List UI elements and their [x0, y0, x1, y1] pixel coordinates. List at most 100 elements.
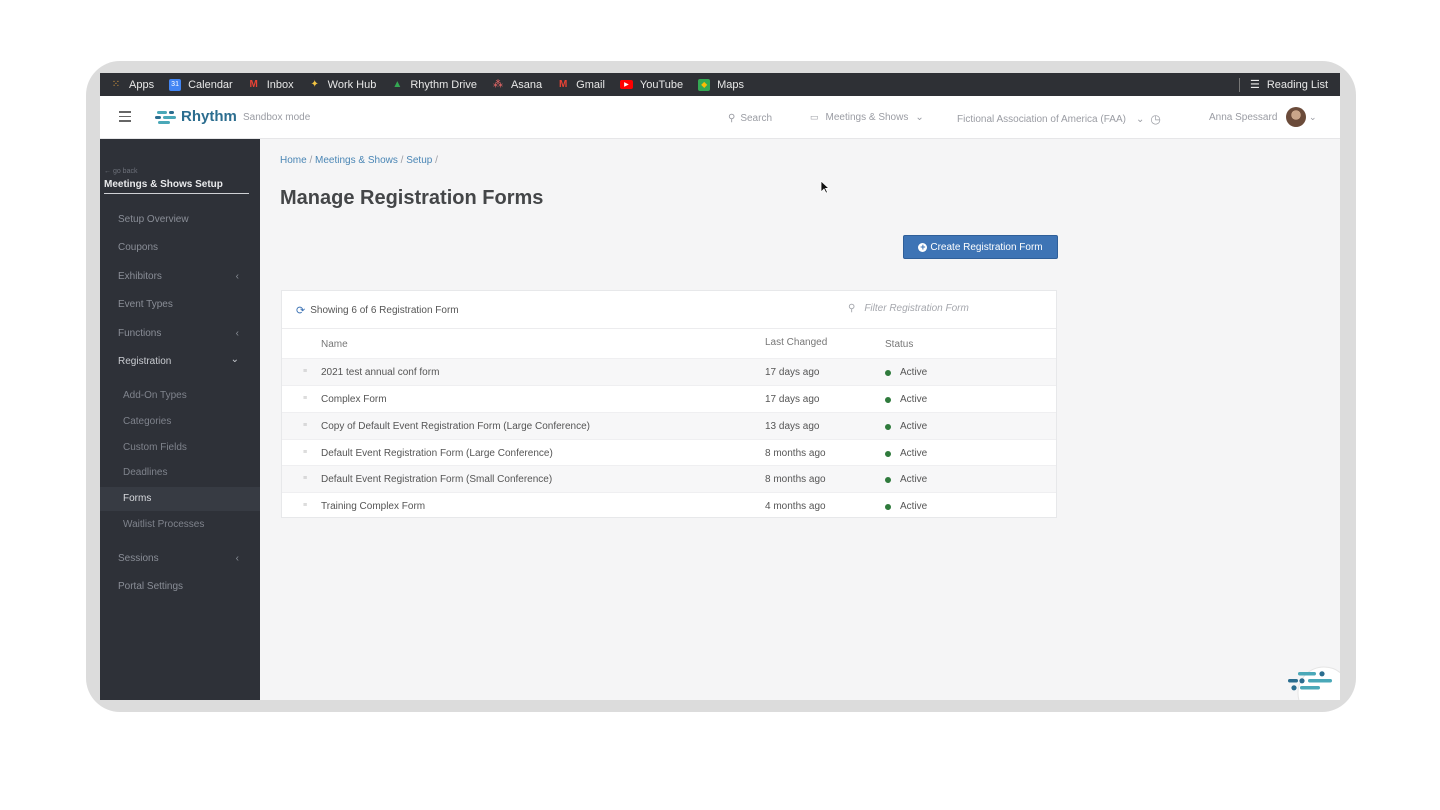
drag-handle-icon[interactable]: ≡	[303, 449, 307, 456]
create-button-label: Create Registration Form	[930, 241, 1043, 253]
sidebar-item-label: Setup Overview	[118, 214, 189, 225]
bookmark-apps[interactable]: ⁙ Apps	[110, 79, 154, 91]
reading-list[interactable]: ☰ Reading List	[1238, 73, 1328, 96]
column-last-changed[interactable]: Last Changed	[765, 337, 827, 348]
status-label: Active	[900, 501, 928, 512]
sidebar-item-label: Functions	[118, 328, 162, 339]
sidebar-subitem-categories[interactable]: Categories	[123, 416, 171, 427]
search-placeholder: Search	[740, 113, 773, 124]
status-dot-icon	[885, 503, 891, 510]
bookmark-inbox[interactable]: M Inbox	[248, 79, 294, 91]
sidebar-item-coupons[interactable]: Coupons	[118, 242, 243, 253]
chevron-down-icon[interactable]: ⌄	[1309, 112, 1317, 123]
sidebar-item-exhibitors[interactable]: Exhibitors ‹	[118, 271, 243, 282]
form-name[interactable]: Copy of Default Event Registration Form …	[321, 421, 590, 432]
filter-placeholder: Filter Registration Form	[864, 303, 969, 314]
chat-widget-icon[interactable]	[1284, 663, 1340, 700]
clock-icon[interactable]: ◷	[1150, 112, 1160, 126]
bookmark-label: Inbox	[266, 78, 294, 91]
brand-name: Rhythm	[181, 108, 237, 125]
chevron-down-icon: ⌄	[230, 354, 239, 365]
form-name[interactable]: Default Event Registration Form (Small C…	[321, 474, 552, 485]
organization-selector[interactable]: Fictional Association of America (FAA) ⌄…	[957, 112, 1161, 126]
sidebar-subitem-forms[interactable]: Forms	[123, 493, 151, 504]
bookmark-asana[interactable]: ⁂ Asana	[492, 79, 542, 91]
status-label: Active	[900, 394, 928, 405]
sidebar-item-sessions[interactable]: Sessions ‹	[118, 553, 243, 564]
column-name[interactable]: Name	[321, 339, 348, 350]
column-status[interactable]: Status	[885, 339, 913, 350]
breadcrumb-home[interactable]: Home	[280, 155, 307, 166]
table-row[interactable]: ≡ Copy of Default Event Registration For…	[282, 412, 1056, 439]
bookmark-rhythm-drive[interactable]: ▲ Rhythm Drive	[391, 79, 477, 91]
user-name[interactable]: Anna Spessard	[1209, 112, 1277, 123]
bookmark-work-hub[interactable]: ✦ Work Hub	[309, 79, 376, 91]
table-row[interactable]: ≡ Default Event Registration Form (Small…	[282, 465, 1056, 492]
sidebar-subitem-custom-fields[interactable]: Custom Fields	[123, 442, 187, 453]
registration-forms-table: ⟳ Showing 6 of 6 Registration Form ⚲ Fil…	[281, 290, 1057, 518]
reading-list-icon: ☰	[1249, 79, 1260, 91]
search-icon: ⚲	[848, 303, 856, 314]
plus-circle-icon: +	[918, 241, 928, 252]
bookmark-label: Calendar	[188, 78, 233, 91]
create-registration-form-button[interactable]: + Create Registration Form	[903, 235, 1058, 259]
record-count-label: Showing 6 of 6 Registration Form	[310, 305, 459, 316]
page-title: Manage Registration Forms	[280, 187, 544, 209]
form-name[interactable]: Complex Form	[321, 394, 387, 405]
last-changed: 17 days ago	[765, 367, 820, 378]
filter-input[interactable]: ⚲ Filter Registration Form	[848, 303, 969, 314]
sidebar-item-label: Sessions	[118, 553, 159, 564]
avatar[interactable]	[1286, 107, 1306, 127]
bookmark-youtube[interactable]: ▶ YouTube	[619, 79, 683, 91]
header-search[interactable]: ⚲ Search	[728, 113, 772, 124]
table-row[interactable]: ≡ Training Complex Form 4 months ago Act…	[282, 492, 1056, 519]
sidebar-item-label: Exhibitors	[118, 271, 162, 282]
sidebar-item-functions[interactable]: Functions ‹	[118, 328, 243, 339]
bookmark-gmail[interactable]: M Gmail	[557, 79, 605, 91]
go-back-link[interactable]: ← go back	[104, 168, 137, 175]
drag-handle-icon[interactable]: ≡	[303, 475, 307, 482]
module-selector[interactable]: ▭ Meetings & Shows ⌄	[810, 112, 924, 123]
drag-handle-icon[interactable]: ≡	[303, 422, 307, 429]
form-name[interactable]: 2021 test annual conf form	[321, 367, 439, 378]
sidebar-item-registration[interactable]: Registration ⌄	[118, 354, 243, 367]
chevron-left-icon: ‹	[235, 328, 239, 339]
last-changed: 4 months ago	[765, 501, 826, 512]
form-name[interactable]: Training Complex Form	[321, 501, 425, 512]
status-badge: Active	[885, 367, 927, 378]
bookmark-calendar[interactable]: 31 Calendar	[169, 78, 233, 91]
record-count: ⟳ Showing 6 of 6 Registration Form	[296, 304, 459, 317]
status-dot-icon	[885, 423, 891, 430]
sidebar-subitem-deadlines[interactable]: Deadlines	[123, 467, 167, 478]
sandbox-mode-label: Sandbox mode	[243, 112, 311, 123]
calendar-icon: ▭	[810, 112, 819, 122]
bookmark-maps[interactable]: ◆ Maps	[698, 78, 744, 91]
rhythm-logo[interactable]: Rhythm	[155, 108, 237, 125]
sidebar-item-portal-settings[interactable]: Portal Settings	[118, 581, 243, 592]
chevron-left-icon: ‹	[235, 553, 239, 564]
table-row[interactable]: ≡ Complex Form 17 days ago Active	[282, 385, 1056, 412]
drag-handle-icon[interactable]: ≡	[303, 502, 307, 509]
last-changed: 17 days ago	[765, 394, 820, 405]
form-name[interactable]: Default Event Registration Form (Large C…	[321, 448, 553, 459]
drag-handle-icon[interactable]: ≡	[303, 395, 307, 402]
divider	[1238, 77, 1240, 92]
bookmark-label: Rhythm Drive	[410, 78, 477, 91]
refresh-icon[interactable]: ⟳	[296, 304, 305, 317]
sidebar-subitem-add-on-types[interactable]: Add-On Types	[123, 390, 187, 401]
menu-icon[interactable]	[119, 111, 131, 122]
apps-grid-icon: ⁙	[111, 79, 121, 90]
calendar-icon: 31	[169, 78, 182, 91]
last-changed: 13 days ago	[765, 421, 820, 432]
sidebar-subitem-waitlist-processes[interactable]: Waitlist Processes	[123, 519, 204, 530]
table-row[interactable]: ≡ Default Event Registration Form (Large…	[282, 439, 1056, 466]
table-row[interactable]: ≡ 2021 test annual conf form 17 days ago…	[282, 358, 1056, 385]
drag-handle-icon[interactable]: ≡	[303, 368, 307, 375]
chevron-down-icon: ⌄	[1135, 113, 1145, 125]
breadcrumb-setup[interactable]: Setup	[406, 155, 432, 166]
breadcrumb-module[interactable]: Meetings & Shows	[315, 155, 398, 166]
breadcrumb: Home / Meetings & Shows / Setup /	[280, 155, 438, 166]
sidebar-item-event-types[interactable]: Event Types	[118, 299, 243, 310]
sidebar-item-setup-overview[interactable]: Setup Overview	[118, 214, 243, 225]
gmail-icon: M	[559, 79, 568, 90]
